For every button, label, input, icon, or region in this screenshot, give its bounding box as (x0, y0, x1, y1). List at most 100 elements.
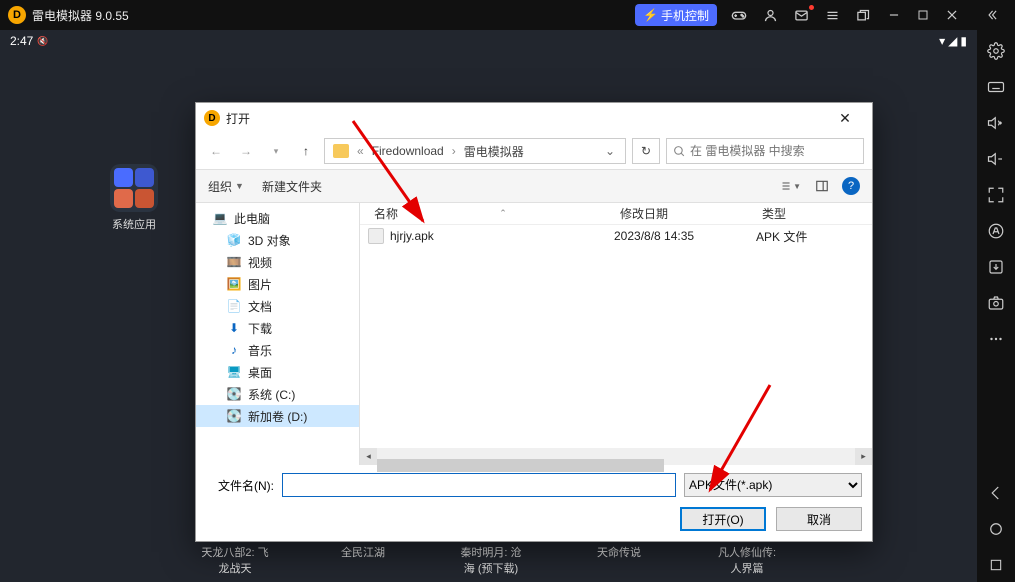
new-folder-button[interactable]: 新建文件夹 (262, 178, 322, 195)
file-open-dialog: D 打开 ✕ ← → ▾ ↑ « Firedownload › 雷电模拟器 ⌄ … (195, 102, 873, 542)
collapse-sidebar-button[interactable] (977, 0, 1007, 30)
fullscreen-icon[interactable] (977, 178, 1015, 212)
phone-control-button[interactable]: ⚡ 手机控制 (635, 4, 717, 26)
user-icon[interactable] (755, 0, 786, 30)
file-filter-select[interactable]: APK文件(*.apk) (684, 473, 862, 497)
minimize-button[interactable] (879, 0, 909, 30)
column-header-name[interactable]: 名称⌃ (368, 205, 614, 222)
system-apps-folder[interactable]: 系统应用 (98, 164, 170, 232)
tree-item-3d[interactable]: 🧊3D 对象 (196, 229, 359, 251)
bolt-icon: ⚡ (643, 8, 658, 22)
nav-recent-icon[interactable] (977, 548, 1015, 582)
drive-icon: 💽 (226, 386, 242, 402)
open-button[interactable]: 打开(O) (680, 507, 766, 531)
search-box[interactable] (666, 138, 864, 164)
document-icon: 📄 (226, 298, 242, 314)
app-label: 天龙八部2: 飞龙战天 (200, 544, 270, 576)
file-row[interactable]: hjrjy.apk 2023/8/8 14:35 APK 文件 (360, 225, 872, 247)
status-time: 2:47 (10, 34, 33, 48)
tree-item-desktop[interactable]: 🖥桌面 (196, 361, 359, 383)
app-label: 全民江湖 (328, 544, 398, 560)
breadcrumb-dropdown[interactable]: ⌄ (599, 144, 621, 158)
help-button[interactable]: ? (842, 177, 860, 195)
file-list: hjrjy.apk 2023/8/8 14:35 APK 文件 (360, 225, 872, 448)
search-input[interactable] (690, 144, 857, 158)
system-apps-label: 系统应用 (98, 216, 170, 232)
folder-tree: 💻此电脑 🧊3D 对象 🎞️视频 🖼️图片 📄文档 ⬇下载 ♪音乐 🖥桌面 💽系… (196, 203, 360, 465)
gamepad-icon[interactable] (723, 0, 755, 30)
sort-indicator-icon: ⌃ (499, 208, 507, 219)
volume-down-icon[interactable] (977, 142, 1015, 176)
organize-menu[interactable]: 组织 ▼ (208, 178, 244, 195)
column-header-date[interactable]: 修改日期 (614, 205, 756, 222)
volume-up-icon[interactable] (977, 106, 1015, 140)
tree-item-drive-d[interactable]: 💽新加卷 (D:) (196, 405, 359, 427)
tree-item-this-pc[interactable]: 💻此电脑 (196, 207, 359, 229)
nav-up-button[interactable]: ↑ (294, 139, 318, 163)
file-name: hjrjy.apk (390, 229, 434, 243)
folder-icon (333, 144, 349, 158)
refresh-button[interactable]: ↻ (632, 138, 660, 164)
app-label: 天命传说 (584, 544, 654, 560)
emulator-sidebar (977, 30, 1015, 582)
filename-input[interactable] (282, 473, 676, 497)
tree-item-drive-c[interactable]: 💽系统 (C:) (196, 383, 359, 405)
drive-icon: 💽 (226, 408, 242, 424)
screenshot-icon[interactable] (977, 286, 1015, 320)
phone-control-label: 手机控制 (661, 7, 709, 24)
breadcrumb-bar[interactable]: « Firedownload › 雷电模拟器 ⌄ (324, 138, 626, 164)
tree-item-downloads[interactable]: ⬇下载 (196, 317, 359, 339)
nav-back-button[interactable]: ← (204, 139, 228, 163)
picture-icon: 🖼️ (226, 276, 242, 292)
more-icon[interactable] (977, 322, 1015, 356)
view-mode-button[interactable]: ▼ (778, 175, 802, 197)
close-button[interactable] (937, 0, 967, 30)
horizontal-scrollbar[interactable]: ◂ ▸ (360, 448, 872, 465)
app-logo-icon: D (8, 6, 26, 24)
tree-item-videos[interactable]: 🎞️视频 (196, 251, 359, 273)
multi-window-icon[interactable] (848, 0, 879, 30)
scroll-left-button[interactable]: ◂ (360, 448, 377, 465)
column-header-type[interactable]: 类型 (756, 205, 866, 222)
scrollbar-thumb[interactable] (377, 459, 664, 472)
music-icon: ♪ (226, 342, 242, 358)
battery-icon: ▮ (960, 34, 967, 48)
app-title: 雷电模拟器 9.0.55 (32, 7, 129, 24)
mail-icon[interactable] (786, 0, 817, 30)
settings-icon[interactable] (977, 34, 1015, 68)
wifi-icon: ▾ (939, 34, 945, 48)
pc-icon: 💻 (212, 210, 228, 226)
search-icon (673, 145, 686, 158)
cancel-button[interactable]: 取消 (776, 507, 862, 531)
install-apk-icon[interactable] (977, 250, 1015, 284)
nav-forward-button: → (234, 139, 258, 163)
dialog-title: 打开 (226, 110, 250, 127)
maximize-button[interactable] (909, 0, 937, 30)
text-input-icon[interactable] (977, 214, 1015, 248)
menu-icon[interactable] (817, 0, 848, 30)
scroll-right-button[interactable]: ▸ (855, 448, 872, 465)
tree-item-music[interactable]: ♪音乐 (196, 339, 359, 361)
keyboard-icon[interactable] (977, 70, 1015, 104)
android-status-bar: 2:47 🔇 ▾ ◢ ▮ (0, 30, 977, 52)
app-titlebar: D 雷电模拟器 9.0.55 ⚡ 手机控制 (0, 0, 1015, 30)
tree-item-pictures[interactable]: 🖼️图片 (196, 273, 359, 295)
tree-item-documents[interactable]: 📄文档 (196, 295, 359, 317)
desktop-icon: 🖥 (226, 364, 242, 380)
nav-home-icon[interactable] (977, 512, 1015, 546)
column-headers: 名称⌃ 修改日期 类型 (360, 203, 872, 225)
file-date: 2023/8/8 14:35 (614, 229, 756, 243)
dialog-logo-icon: D (204, 110, 220, 126)
nav-back-icon[interactable] (977, 476, 1015, 510)
app-label: 凡人修仙传: 人界篇 (712, 544, 782, 576)
signal-icon: ◢ (948, 34, 957, 48)
dialog-close-button[interactable]: ✕ (824, 104, 866, 132)
nav-recent-dropdown[interactable]: ▾ (264, 139, 288, 163)
app-label: 秦时明月: 沧海 (预下载) (456, 544, 526, 576)
video-icon: 🎞️ (226, 254, 242, 270)
filename-label: 文件名(N): (206, 477, 274, 494)
preview-pane-button[interactable] (810, 175, 834, 197)
mute-indicator-icon: 🔇 (37, 36, 48, 47)
breadcrumb-item[interactable]: Firedownload (368, 144, 448, 158)
breadcrumb-item[interactable]: 雷电模拟器 (460, 143, 528, 160)
